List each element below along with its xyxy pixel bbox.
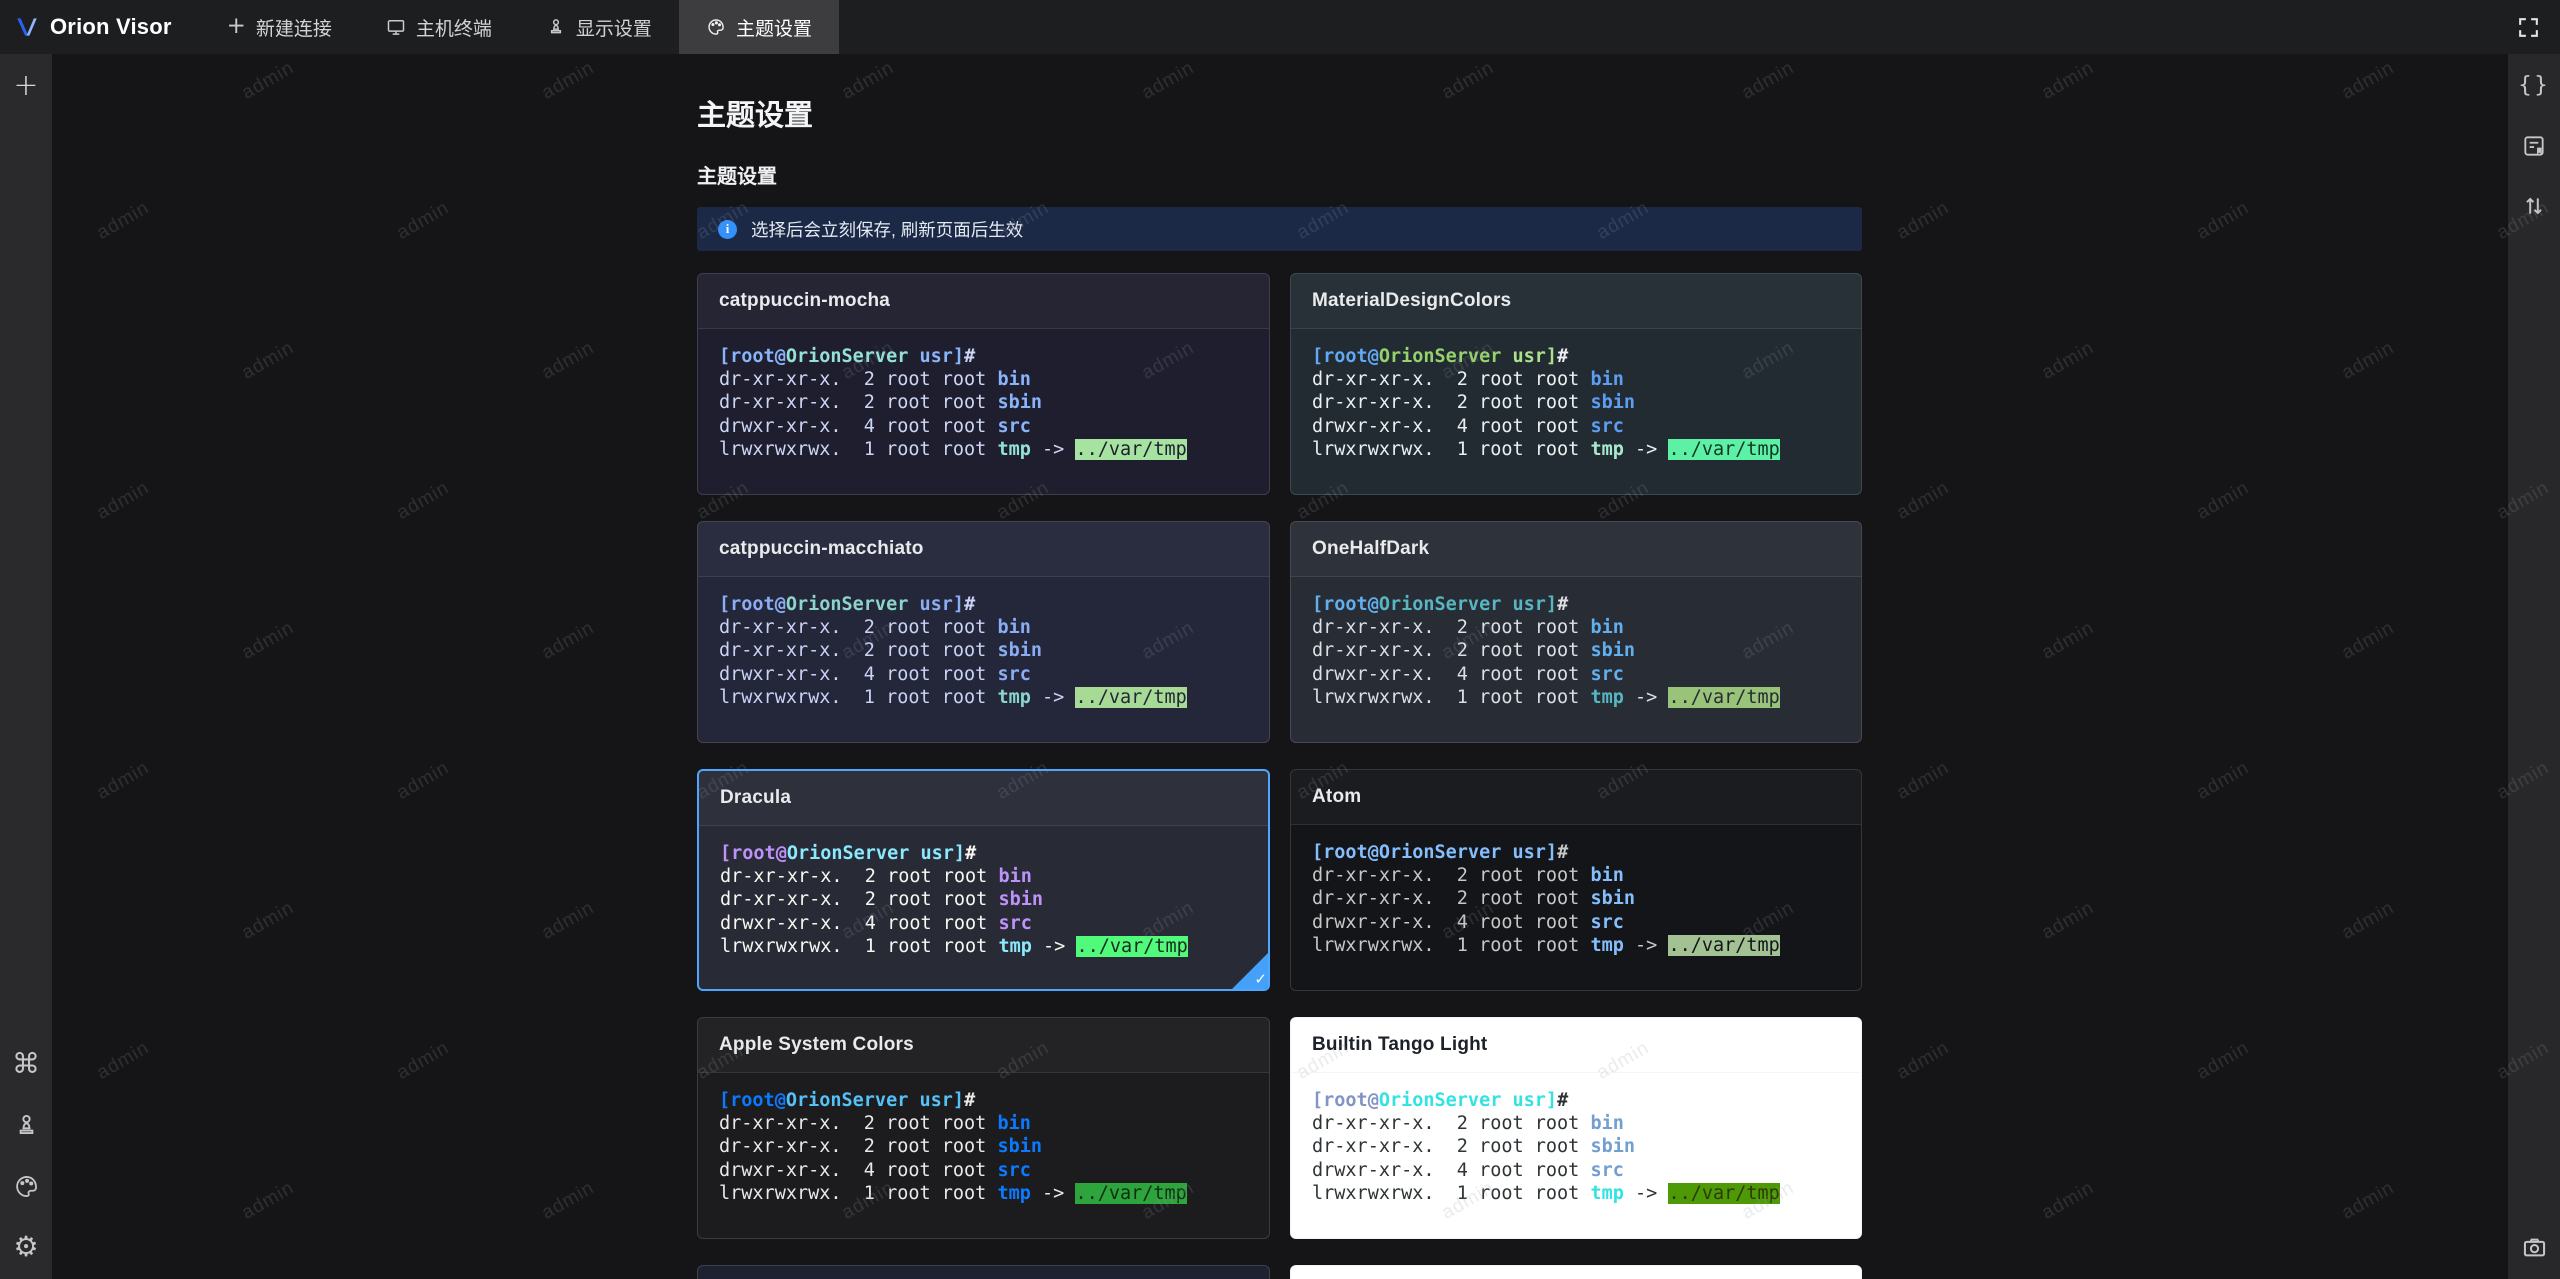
command-icon: ⌘ [12, 1047, 40, 1080]
tab-label: 显示设置 [575, 18, 652, 40]
terminal-text: [root@OrionServer usr]# dr-xr-xr-x. 2 ro… [719, 346, 1187, 460]
theme-card-header: Atom [1291, 770, 1861, 825]
json-view-button[interactable]: {} [2516, 68, 2552, 104]
terminal-text: [root@OrionServer usr]# dr-xr-xr-x. 2 ro… [719, 594, 1187, 708]
doc-bookmark-icon [2524, 136, 2544, 156]
left-sidebar: + ⌘ ⚙ [0, 54, 52, 1279]
terminal-text: [root@OrionServer usr]# dr-xr-xr-x. 2 ro… [1312, 1090, 1780, 1204]
check-icon: ✓ [1254, 970, 1267, 988]
theme-settings-button[interactable] [8, 1168, 44, 1204]
terminal-preview: [root@OrionServer usr]# dr-xr-xr-x. 2 ro… [698, 577, 1269, 709]
display-settings-button[interactable] [8, 1107, 44, 1143]
terminal-text: [root@OrionServer usr]# dr-xr-xr-x. 2 ro… [1312, 346, 1780, 460]
sort-arrows-icon [2526, 197, 2542, 215]
plus-icon: + [13, 68, 39, 103]
theme-card-header: catppuccin-mocha [698, 274, 1269, 329]
tab-bar: + 新建连接 主机终端 显示设置 主题设置 [200, 0, 839, 54]
theme-card-header: OneHalfDark [1291, 522, 1861, 577]
app-logo[interactable]: Orion Visor [0, 0, 172, 54]
terminal-preview: [root@OrionServer usr]# dr-xr-xr-x. 2 ro… [699, 826, 1268, 958]
new-connection-button[interactable]: + [8, 68, 44, 104]
theme-card-header: Dracula [699, 771, 1268, 826]
terminal-text: [root@OrionServer usr]# dr-xr-xr-x. 2 ro… [720, 843, 1188, 957]
theme-name: Builtin Tango Light [1312, 1034, 1488, 1055]
tab-label: 主题设置 [735, 18, 812, 40]
palette-icon [15, 1175, 37, 1197]
page-title: 主题设置 [697, 100, 814, 132]
sort-order-button[interactable] [2516, 188, 2552, 224]
tab-display-settings[interactable]: 显示设置 [519, 0, 679, 54]
theme-card-header: Builtin Tango Light [1291, 1018, 1861, 1073]
palette-icon [708, 19, 724, 35]
terminal-preview: [root@OrionServer usr]# dr-xr-xr-x. 2 ro… [1291, 329, 1861, 461]
right-sidebar: {} [2508, 54, 2560, 1279]
theme-card-header: Apple System Colors [698, 1018, 1269, 1073]
theme-card[interactable]: catppuccin-mocha [root@OrionServer usr]#… [697, 273, 1270, 495]
screenshot-button[interactable] [2516, 1229, 2552, 1265]
theme-card[interactable]: Atom [root@OrionServer usr]# dr-xr-xr-x.… [1290, 769, 1862, 991]
theme-name: Apple System Colors [719, 1034, 914, 1055]
theme-card[interactable]: Dracula [root@OrionServer usr]# dr-xr-xr… [697, 769, 1270, 991]
theme-name: catppuccin-macchiato [719, 538, 924, 559]
braces-icon: {} [2518, 73, 2550, 98]
theme-name: catppuccin-mocha [719, 290, 891, 311]
fullscreen-icon[interactable] [2510, 9, 2546, 45]
terminal-preview: [root@OrionServer usr]# dr-xr-xr-x. 2 ro… [1291, 1073, 1861, 1205]
terminal-preview: [root@OrionServer usr]# dr-xr-xr-x. 2 ro… [1291, 825, 1861, 957]
stamp-icon [19, 1114, 33, 1134]
terminal-preview: [root@OrionServer usr]# dr-xr-xr-x. 2 ro… [1291, 577, 1861, 709]
tab-theme-settings[interactable]: 主题设置 [678, 0, 839, 54]
theme-card-header: MaterialDesignColors [1291, 274, 1861, 329]
app-title: Orion Visor [50, 14, 172, 39]
theme-card-header: catppuccin-macchiato [698, 522, 1269, 577]
info-alert: i 选择后会立刻保存, 刷新页面后生效 [697, 207, 1862, 251]
plus-icon: + [226, 12, 246, 39]
app-window: Orion Visor + 新建连接 主机终端 显示设置 主题设置 + ⌘ ⚙ … [0, 0, 2560, 1279]
terminal-text: [root@OrionServer usr]# dr-xr-xr-x. 2 ro… [1312, 842, 1780, 956]
theme-card[interactable]: catppuccin-macchiato [root@OrionServer u… [697, 521, 1270, 743]
camera-icon [2523, 1238, 2545, 1256]
selected-check-corner: ✓ [1231, 952, 1268, 989]
terminal-text: [root@OrionServer usr]# dr-xr-xr-x. 2 ro… [1312, 594, 1780, 708]
monitor-icon [387, 20, 405, 35]
info-alert-text: 选择后会立刻保存, 刷新页面后生效 [751, 219, 1024, 240]
settings-button[interactable]: ⚙ [8, 1229, 44, 1265]
theme-card-partial[interactable] [1290, 1265, 1862, 1279]
section-title: 主题设置 [697, 166, 777, 188]
doc-bookmark-button[interactable] [2516, 128, 2552, 164]
theme-card[interactable]: Apple System Colors [root@OrionServer us… [697, 1017, 1270, 1239]
theme-card-partial[interactable] [697, 1265, 1270, 1279]
tab-label: 主机终端 [415, 18, 492, 40]
theme-card[interactable]: Builtin Tango Light [root@OrionServer us… [1290, 1017, 1862, 1239]
theme-card-grid: catppuccin-mocha [root@OrionServer usr]#… [697, 273, 1862, 1279]
terminal-preview: [root@OrionServer usr]# dr-xr-xr-x. 2 ro… [698, 1073, 1269, 1205]
tab-new-connection[interactable]: + 新建连接 [200, 0, 359, 54]
command-shortcut-button[interactable]: ⌘ [8, 1046, 44, 1082]
tab-label: 新建连接 [255, 18, 332, 40]
tab-host-terminal[interactable]: 主机终端 [359, 0, 519, 54]
theme-name: MaterialDesignColors [1312, 290, 1512, 311]
terminal-preview: [root@OrionServer usr]# dr-xr-xr-x. 2 ro… [698, 329, 1269, 461]
logo-v-icon [17, 18, 37, 36]
gear-icon: ⚙ [13, 1230, 39, 1263]
info-icon: i [718, 219, 737, 239]
theme-card[interactable]: MaterialDesignColors [root@OrionServer u… [1290, 273, 1862, 495]
theme-name: OneHalfDark [1312, 538, 1430, 559]
main-content: 主题设置 主题设置 i 选择后会立刻保存, 刷新页面后生效 catppuccin… [52, 54, 2508, 1279]
theme-name: Atom [1312, 786, 1362, 807]
theme-name: Dracula [720, 787, 792, 808]
terminal-text: [root@OrionServer usr]# dr-xr-xr-x. 2 ro… [719, 1090, 1187, 1204]
theme-card[interactable]: OneHalfDark [root@OrionServer usr]# dr-x… [1290, 521, 1862, 743]
topbar: Orion Visor + 新建连接 主机终端 显示设置 主题设置 [0, 0, 2560, 54]
stamp-icon [550, 19, 562, 34]
